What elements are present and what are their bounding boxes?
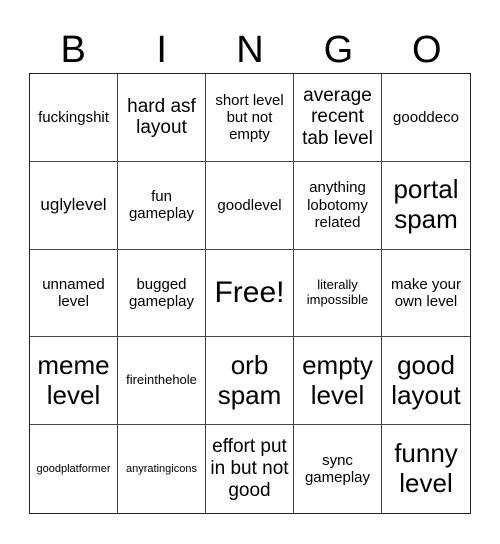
bingo-cell[interactable]: anything lobotomy related [294,161,382,250]
header-letter-i: I [156,29,167,71]
bingo-cell[interactable]: meme level [30,337,118,426]
bingo-cell[interactable]: anyratingicons [118,425,206,513]
bingo-cell[interactable]: fuckingshit [30,74,118,162]
bingo-cell[interactable]: good layout [382,337,470,426]
bingo-cell[interactable]: fireinthehole [118,337,206,426]
bingo-cell[interactable]: gooddeco [382,74,470,162]
free-space-cell[interactable]: Free! [206,249,294,338]
bingo-grid: fuckingshit hard asf layout short level … [29,73,471,514]
bingo-cell[interactable]: goodlevel [206,161,294,250]
bingo-cell[interactable]: empty level [294,337,382,426]
bingo-header: B I N G O [29,28,471,72]
bingo-cell[interactable]: orb spam [206,337,294,426]
bingo-cell[interactable]: hard asf layout [118,74,206,162]
bingo-cell[interactable]: sync gameplay [294,425,382,513]
header-letter-g: G [323,29,354,71]
bingo-cell[interactable]: uglylevel [30,161,118,250]
bingo-cell[interactable]: make your own level [382,250,470,338]
header-letter-n: N [236,29,264,71]
bingo-cell[interactable]: effort put in but not good [206,425,294,513]
bingo-cell[interactable]: funny level [382,425,470,513]
bingo-cell[interactable]: literally impossible [294,249,382,338]
header-letter-o: O [412,29,442,71]
bingo-cell[interactable]: unnamed level [30,249,118,338]
bingo-cell[interactable]: goodplatformer [30,425,118,513]
bingo-cell[interactable]: fun gameplay [118,161,206,250]
header-letter-b: B [60,29,86,71]
bingo-cell[interactable]: short level but not empty [206,74,294,162]
bingo-cell[interactable]: average recent tab level [294,74,382,162]
bingo-cell[interactable]: portal spam [382,162,470,250]
bingo-cell[interactable]: bugged gameplay [118,249,206,338]
